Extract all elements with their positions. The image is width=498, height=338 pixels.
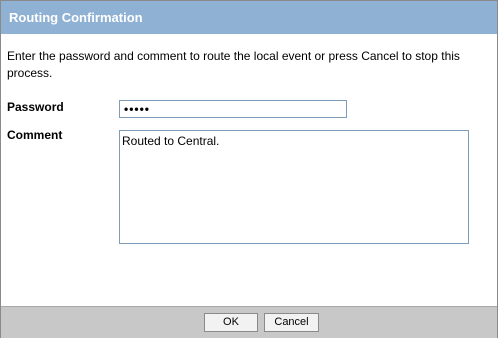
cancel-button[interactable]: Cancel [264, 313, 319, 332]
instruction-message: Enter the password and comment to route … [7, 49, 460, 80]
dialog-footer: OK Cancel [1, 306, 497, 338]
password-label: Password [7, 100, 64, 114]
password-field[interactable] [119, 100, 347, 118]
dialog-title: Routing Confirmation [1, 1, 497, 34]
comment-field[interactable]: Routed to Central. [119, 130, 469, 244]
ok-button[interactable]: OK [204, 313, 258, 332]
routing-confirmation-dialog: Routing Confirmation Enter the password … [0, 0, 498, 338]
comment-label: Comment [7, 128, 63, 142]
